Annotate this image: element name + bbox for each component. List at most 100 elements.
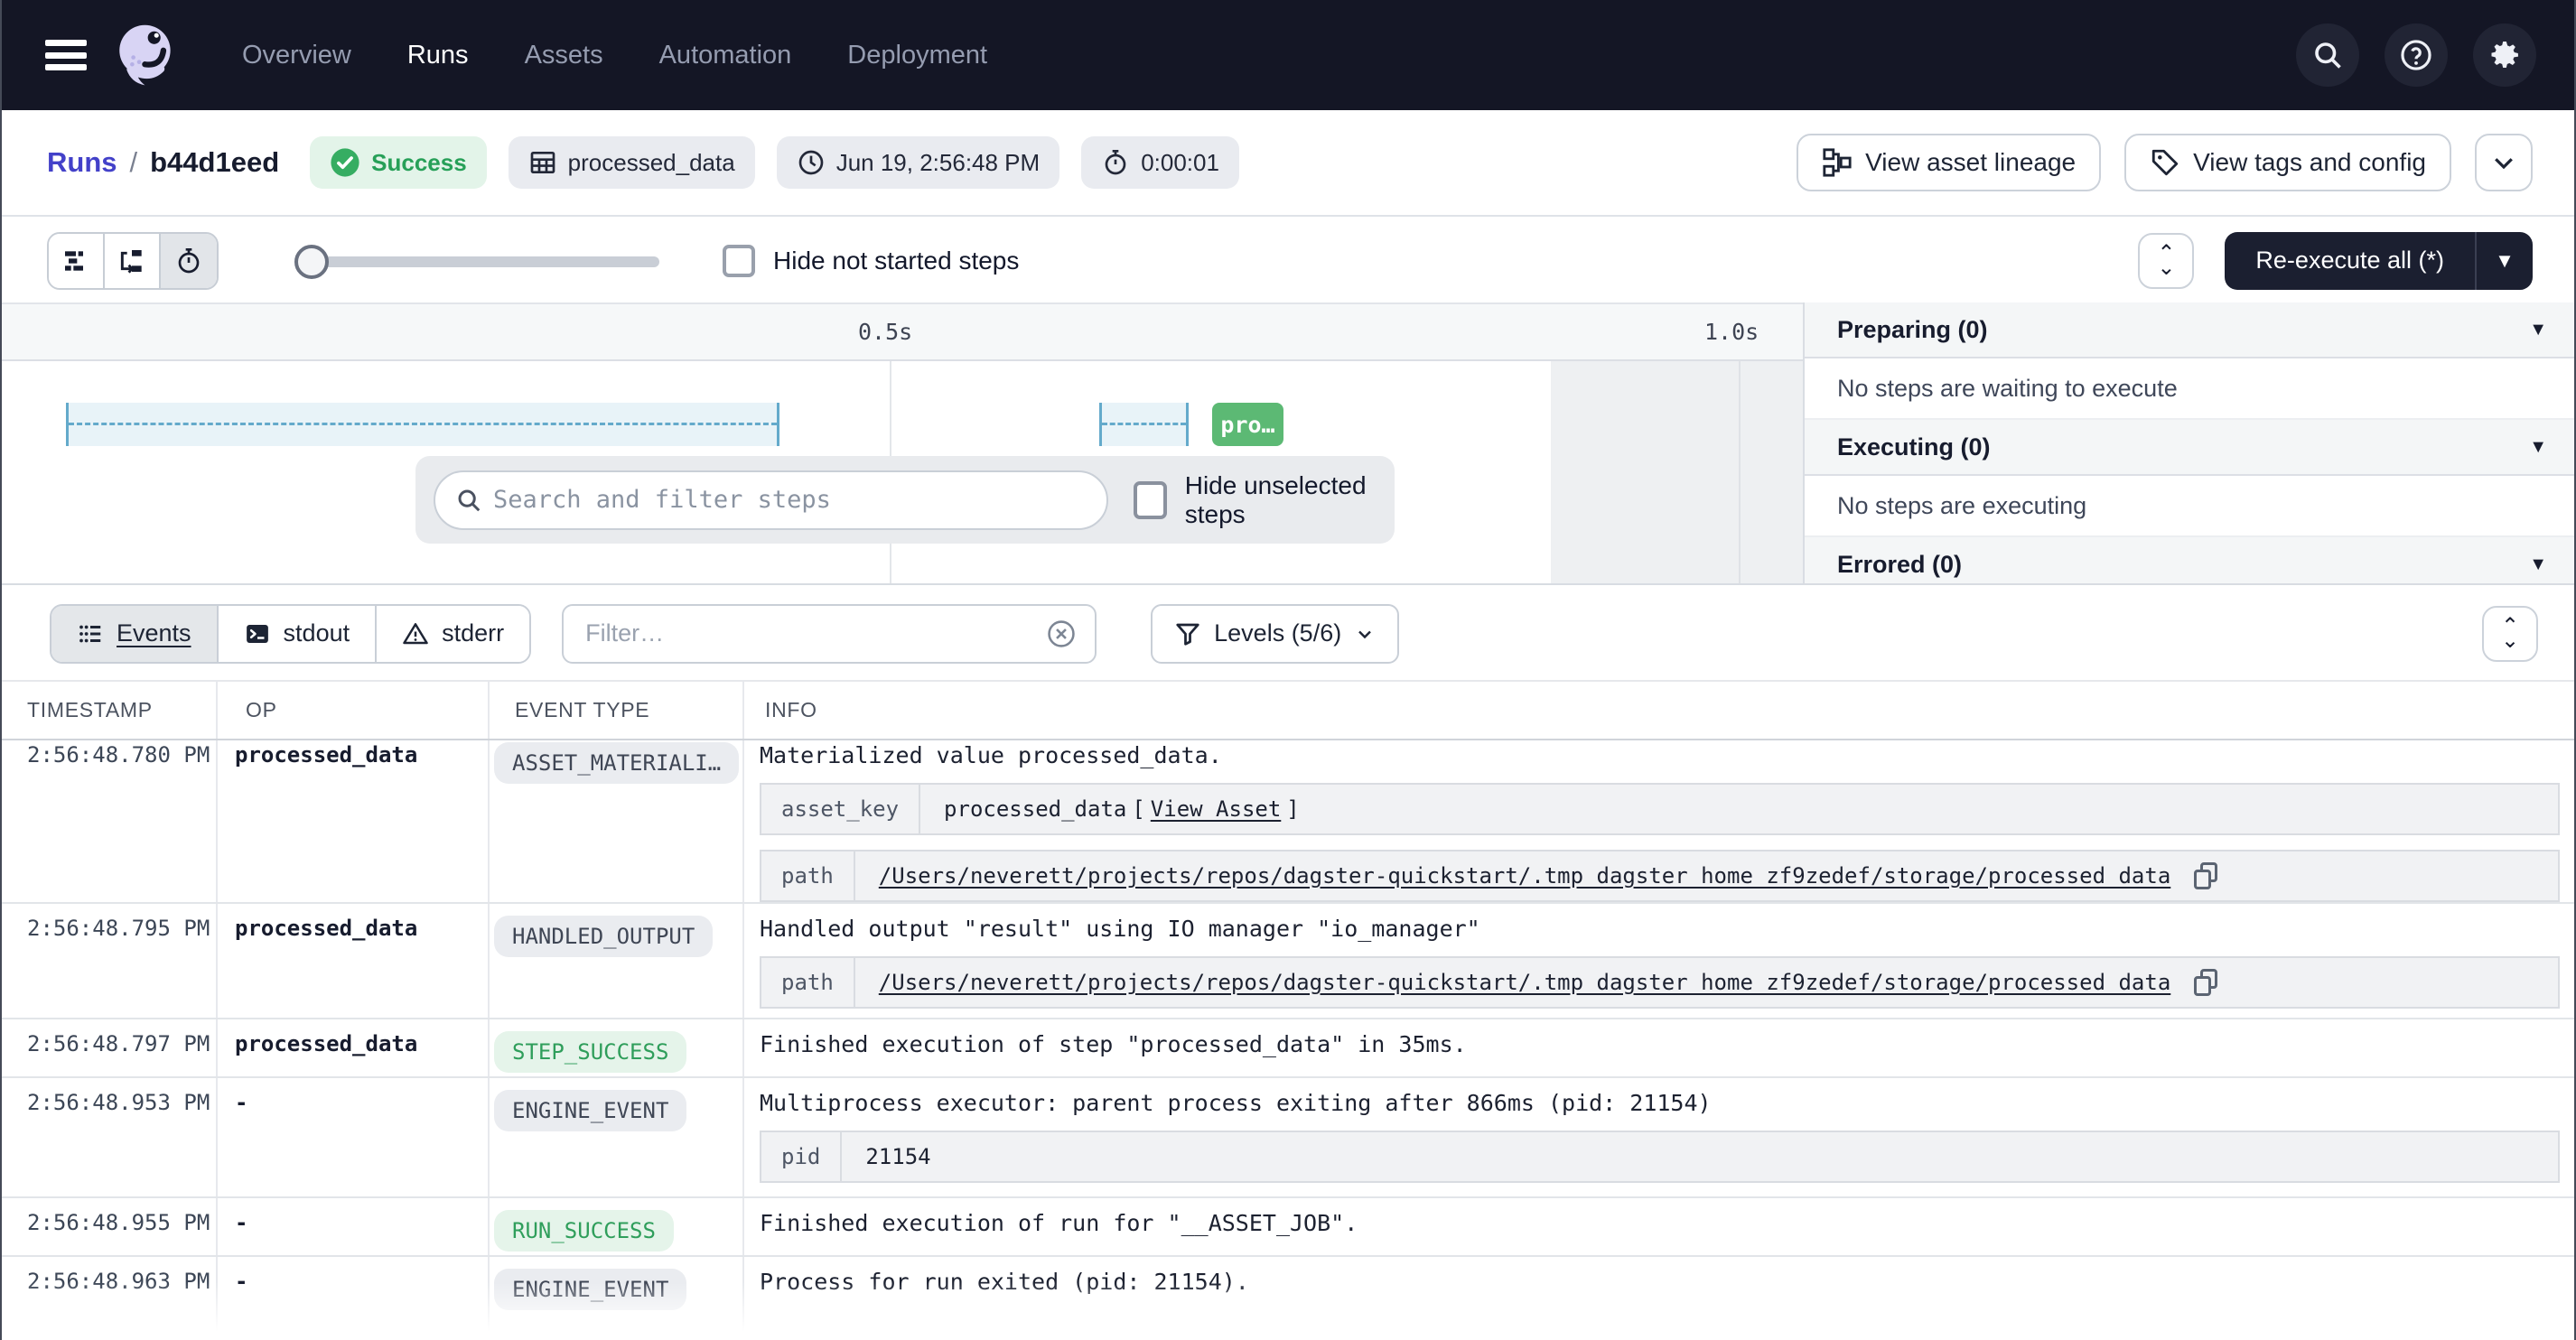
- step-status-panel: Preparing (0) ▼ No steps are waiting to ex…: [1803, 302, 2574, 585]
- path-link[interactable]: /Users/neverett/projects/repos/dagster-q…: [879, 970, 2170, 995]
- waterfall-view-icon[interactable]: [105, 234, 161, 288]
- terminal-icon: [244, 620, 271, 647]
- expand-collapse-button[interactable]: ⌃⌄: [2138, 233, 2194, 289]
- copy-icon[interactable]: [2194, 969, 2217, 996]
- run-header-more-button[interactable]: [2475, 134, 2533, 191]
- view-asset-lineage-button[interactable]: View asset lineage: [1797, 134, 2101, 191]
- table-row: 2:56:48.963 PM-ENGINE_EVENTProcess for r…: [2, 1257, 2574, 1340]
- metadata-table: path/Users/neverett/projects/repos/dagst…: [760, 956, 2560, 1009]
- row-op: -: [216, 1198, 488, 1235]
- metadata-key: path: [761, 958, 855, 1007]
- metadata-table: asset_keyprocessed_data [View Asset]: [760, 783, 2560, 835]
- metadata-key: path: [761, 851, 855, 900]
- hide-unselected-toggle[interactable]: Hide unselected steps: [1134, 471, 1395, 529]
- panel-section-text: No steps are waiting to execute: [1837, 375, 2178, 403]
- panel-section-header[interactable]: Errored (0)▼: [1805, 537, 2574, 585]
- row-info: Finished execution of run for "__ASSET_J…: [742, 1198, 2574, 1236]
- gear-icon[interactable]: [2473, 23, 2536, 87]
- row-timestamp: 2:56:48.797 PM: [2, 1019, 216, 1056]
- chevron-down-icon: [1354, 623, 1376, 645]
- search-icon[interactable]: [2296, 23, 2359, 87]
- help-icon[interactable]: [2385, 23, 2448, 87]
- reexecute-all-button[interactable]: Re-execute all (*): [2225, 232, 2475, 290]
- gantt-section: 0.5s 1.0s pro… Hide unselected s: [2, 302, 2574, 585]
- nav-item-overview[interactable]: Overview: [242, 41, 351, 70]
- nav-item-automation[interactable]: Automation: [659, 41, 792, 70]
- panel-section-body: No steps are executing: [1805, 476, 2574, 537]
- row-op: processed_data: [216, 904, 488, 941]
- info-text: Finished execution of run for "__ASSET_J…: [760, 1210, 2560, 1236]
- flat-view-icon[interactable]: [49, 234, 105, 288]
- gantt-step-box[interactable]: pro…: [1212, 403, 1283, 446]
- top-nav: Overview Runs Assets Automation Deployment: [2, 0, 2574, 110]
- gantt-wait-span[interactable]: [66, 403, 779, 446]
- metadata-value: /Users/neverett/projects/repos/dagster-q…: [855, 958, 2241, 1007]
- metadata-key: pid: [761, 1132, 842, 1181]
- event-type-badge: RUN_SUCCESS: [494, 1210, 674, 1252]
- dagster-run-page: Overview Runs Assets Automation Deployment R…: [0, 0, 2576, 1340]
- nav-item-deployment[interactable]: Deployment: [847, 41, 987, 70]
- metadata-value: 21154: [842, 1132, 954, 1181]
- warning-icon: [402, 620, 429, 647]
- hide-not-started-toggle[interactable]: Hide not started steps: [723, 245, 1019, 277]
- slider-handle[interactable]: [294, 245, 329, 279]
- reexecute-dropdown-button[interactable]: ▼: [2477, 232, 2533, 290]
- info-text: Finished execution of step "processed_da…: [760, 1031, 2560, 1057]
- metadata-table: pid21154: [760, 1131, 2560, 1183]
- step-search-box: [434, 470, 1108, 530]
- row-event-type: STEP_SUCCESS: [488, 1019, 742, 1073]
- nav-item-runs[interactable]: Runs: [407, 41, 469, 70]
- step-search-input[interactable]: [493, 473, 1085, 527]
- table-row: 2:56:48.797 PMprocessed_dataSTEP_SUCCESS…: [2, 1019, 2574, 1078]
- event-type-badge: ASSET_MATERIALI…: [494, 742, 739, 784]
- row-event-type: ASSET_MATERIALI…: [488, 740, 742, 784]
- row-event-type: ENGINE_EVENT: [488, 1257, 742, 1310]
- dagster-logo-icon[interactable]: [110, 18, 184, 92]
- tab-events[interactable]: Events: [51, 606, 219, 662]
- gantt-after-run-zone: [1551, 361, 1803, 585]
- nav-right-icons: [2296, 23, 2536, 87]
- asset-grid-icon: [528, 148, 557, 177]
- hide-not-started-checkbox[interactable]: [723, 245, 755, 277]
- gantt-zoom-slider[interactable]: [298, 234, 659, 288]
- timed-view-icon[interactable]: [161, 234, 217, 288]
- chevron-down-icon: ▼: [2529, 554, 2547, 575]
- log-expand-button[interactable]: ⌃⌄: [2482, 606, 2538, 662]
- gantt-wait-span[interactable]: [1099, 403, 1189, 446]
- path-link[interactable]: /Users/neverett/projects/repos/dagster-q…: [879, 863, 2170, 889]
- levels-dropdown[interactable]: Levels (5/6): [1151, 604, 1399, 664]
- copy-icon[interactable]: [2194, 862, 2217, 889]
- row-timestamp: 2:56:48.780 PM: [2, 740, 216, 768]
- panel-section-header[interactable]: Executing (0) ▼: [1805, 420, 2574, 476]
- metadata-value-text: processed_data: [944, 796, 1126, 822]
- clear-filter-icon[interactable]: [1046, 619, 1077, 649]
- metadata-key: asset_key: [761, 785, 920, 833]
- funnel-icon: [1174, 620, 1201, 647]
- tag-label: 0:00:01: [1141, 149, 1219, 177]
- gantt-toolbar: Hide not started steps ⌃⌄ Re-execute all…: [2, 219, 2574, 302]
- log-filter-box: [562, 604, 1097, 664]
- row-info: Finished execution of step "processed_da…: [742, 1019, 2574, 1057]
- hamburger-menu-icon[interactable]: [45, 40, 87, 70]
- tab-stdout[interactable]: stdout: [219, 606, 378, 662]
- view-asset-link[interactable]: View Asset: [1151, 796, 1282, 822]
- chevron-down-icon: ▼: [2529, 437, 2547, 458]
- nav-item-assets[interactable]: Assets: [525, 41, 603, 70]
- panel-section-title: Preparing (0): [1837, 316, 1988, 344]
- time-marker: 0.5s: [858, 319, 912, 345]
- event-type-badge: HANDLED_OUTPUT: [494, 916, 713, 957]
- hide-unselected-checkbox[interactable]: [1134, 481, 1167, 519]
- log-filter-input[interactable]: [585, 619, 1035, 647]
- view-tags-config-button[interactable]: View tags and config: [2124, 134, 2451, 191]
- slider-track[interactable]: [298, 256, 659, 267]
- info-text: Multiprocess executor: parent process ex…: [760, 1090, 2560, 1116]
- chevron-down-icon: ▼: [2529, 320, 2547, 340]
- row-info: Handled output "result" using IO manager…: [742, 904, 2574, 1009]
- tag-icon: [2150, 147, 2180, 178]
- row-op: -: [216, 1257, 488, 1294]
- panel-section-header[interactable]: Preparing (0) ▼: [1805, 302, 2574, 358]
- run-tag-asset[interactable]: processed_data: [509, 136, 755, 189]
- panel-section-title: Executing (0): [1837, 433, 1991, 461]
- tab-stderr[interactable]: stderr: [377, 606, 529, 662]
- breadcrumb-runs-link[interactable]: Runs: [47, 146, 117, 179]
